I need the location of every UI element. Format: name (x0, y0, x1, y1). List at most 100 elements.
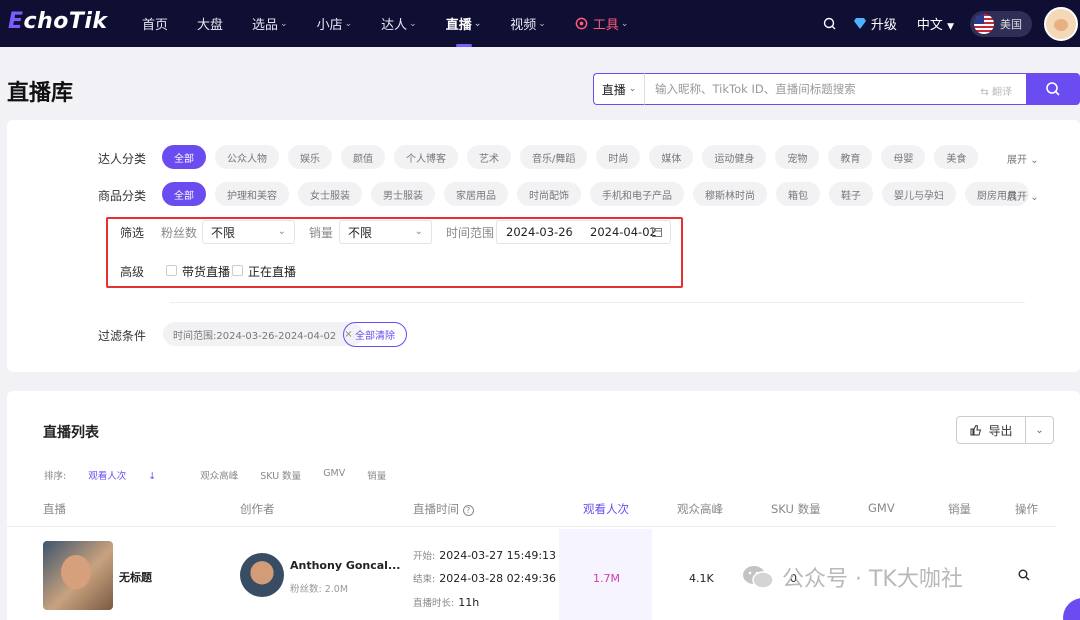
chevron-down-icon: ⌄ (277, 226, 286, 237)
nav-item-home[interactable]: 首页 (130, 0, 180, 47)
sort-option-gmv[interactable]: GMV (323, 468, 345, 482)
nav-item-tools[interactable]: 工具 ⌄ (563, 0, 641, 47)
clear-all-button[interactable]: 全部清除 (343, 322, 407, 347)
live-end-time: 结束: 2024-03-28 02:49:36 (413, 572, 557, 585)
sort-option-sales[interactable]: 销量 (367, 468, 386, 482)
col-sku[interactable]: SKU 数量 (771, 501, 821, 517)
creator-chip[interactable]: 颜值 (341, 145, 385, 169)
wechat-icon (743, 566, 774, 589)
goods-live-checkbox[interactable] (166, 265, 177, 276)
search-icon[interactable] (820, 14, 840, 34)
col-views[interactable]: 观看人次 (583, 501, 629, 517)
col-sales[interactable]: 销量 (948, 501, 971, 517)
product-chip[interactable]: 箱包 (776, 182, 820, 206)
export-button[interactable]: 导出 (956, 416, 1026, 444)
list-title: 直播列表 (43, 425, 99, 441)
chevron-down-icon: ⌄ (1035, 424, 1044, 436)
help-icon[interactable]: ? (462, 505, 474, 516)
live-title[interactable]: 无标题 (119, 569, 152, 585)
sales-label: 销量 (309, 226, 334, 240)
col-gmv[interactable]: GMV (868, 501, 895, 515)
export-icon (970, 424, 982, 436)
product-chip[interactable]: 家居用品 (444, 182, 508, 206)
translate-button[interactable]: ⇆ 翻译 (980, 83, 1012, 98)
creator-chip[interactable]: 运动健身 (702, 145, 767, 169)
creator-chip[interactable]: 娱乐 (288, 145, 332, 169)
diamond-icon (853, 18, 866, 29)
echotik-logo[interactable]: EchoTik (8, 9, 108, 34)
search-type-select[interactable]: 直播 ⌄ (593, 73, 645, 105)
expand-product-button[interactable]: 展开 ⌄ (1007, 188, 1039, 203)
product-chip[interactable]: 全部 (162, 182, 206, 206)
product-chip[interactable]: 护理和美容 (215, 182, 289, 206)
creator-name[interactable]: Anthony Goncal... (290, 559, 401, 572)
nav-item-market[interactable]: 大盘 (185, 0, 235, 47)
creator-chip[interactable]: 时尚 (596, 145, 641, 169)
nav-item-creators[interactable]: 达人 ⌄ (369, 0, 429, 47)
live-start-time: 开始: 2024-03-27 15:49:13 (413, 549, 557, 562)
product-chip[interactable]: 时尚配饰 (517, 182, 581, 206)
watermark: 公众号 · TK大咖社 (742, 561, 963, 593)
product-chip[interactable]: 男士服装 (371, 182, 435, 206)
country-select[interactable]: 美国 (970, 10, 1032, 37)
sort-option-views[interactable]: 观看人次 ↓ (88, 468, 178, 482)
product-chip[interactable]: 女士服装 (298, 182, 362, 206)
nav-item-products[interactable]: 选品 ⌄ (240, 0, 300, 47)
sort-row: 排序: 观看人次 ↓ 观众高峰 SKU 数量 GMV 销量 (44, 468, 408, 482)
creator-chip[interactable]: 艺术 (467, 145, 511, 169)
creator-chip[interactable]: 教育 (828, 145, 873, 169)
now-live-checkbox[interactable] (232, 265, 243, 276)
date-start[interactable]: 2024-03-26 (506, 225, 573, 239)
date-end[interactable]: 2024-04-02 (590, 225, 657, 239)
search-input[interactable]: 输入昵称、TikTok ID、直播间标题搜索 ⇆ 翻译 (645, 73, 1026, 105)
chevron-down-icon: ⌄ (280, 18, 288, 29)
product-chip[interactable]: 手机和电子产品 (590, 182, 684, 206)
goods-live-label[interactable]: 带货直播 (182, 263, 230, 280)
chevron-down-icon: ⌄ (538, 18, 546, 29)
date-range-picker[interactable]: 2024-03-26 - 2024-04-02 (496, 220, 671, 244)
peak-value: 4.1K (689, 572, 714, 585)
product-chip[interactable]: 鞋子 (829, 182, 873, 206)
creator-chip[interactable]: 个人博客 (394, 145, 458, 169)
col-actions: 操作 (1015, 502, 1038, 516)
col-creator: 创作者 (240, 502, 275, 516)
sort-label: 排序: (44, 471, 67, 482)
creator-chip[interactable]: 音乐/舞蹈 (520, 145, 588, 169)
sort-option-peak[interactable]: 观众高峰 (200, 468, 238, 482)
col-live-time: 直播时间 ? (413, 501, 474, 517)
creator-chip[interactable]: 媒体 (649, 145, 694, 169)
calendar-icon (652, 228, 662, 237)
search-button[interactable] (1026, 73, 1080, 105)
creator-chip[interactable]: 全部 (162, 145, 206, 169)
chevron-down-icon: ⌄ (473, 18, 482, 29)
product-chip[interactable]: 穆斯林时尚 (693, 182, 767, 206)
arrow-down-icon: ↓ (148, 471, 157, 482)
table-header: 直播 创作者 直播时间 ? 观看人次 观众高峰 SKU 数量 GMV 销量 操作 (7, 489, 1056, 527)
creator-chip[interactable]: 母婴 (881, 145, 926, 169)
sort-option-sku[interactable]: SKU 数量 (260, 468, 301, 482)
search-icon[interactable] (1018, 569, 1030, 581)
screen-label: 筛选 (120, 226, 145, 240)
now-live-label[interactable]: 正在直播 (248, 263, 296, 280)
nav-item-videos[interactable]: 视频 ⌄ (498, 0, 558, 47)
creator-chip[interactable]: 宠物 (775, 145, 820, 169)
live-duration: 直播时长: 11h (413, 596, 480, 609)
creator-avatar[interactable] (240, 553, 284, 597)
creator-chip[interactable]: 美食 (934, 145, 979, 169)
sales-select[interactable]: 不限 ⌄ (339, 220, 432, 244)
fans-select[interactable]: 不限 ⌄ (202, 220, 295, 244)
top-nav: EchoTik 首页 大盘 选品 ⌄ 小店 ⌄ 达人 ⌄ 直播 ⌄ 视频 ⌄ 工具 ⌄ 升级… (0, 0, 1080, 47)
upgrade-button[interactable]: 升级 (853, 14, 897, 33)
expand-creator-button[interactable]: 展开 ⌄ (1007, 151, 1039, 166)
translate-icon: ⇆ (980, 87, 989, 98)
nav-links: 首页 大盘 选品 ⌄ 小店 ⌄ 达人 ⌄ 直播 ⌄ 视频 ⌄ 工具 ⌄ (130, 0, 645, 47)
language-select[interactable]: 中文 ▼ (917, 14, 954, 33)
nav-item-live[interactable]: 直播 ⌄ (434, 0, 494, 47)
user-avatar[interactable] (1044, 6, 1078, 41)
live-thumbnail[interactable] (43, 541, 113, 610)
export-dropdown-button[interactable]: ⌄ (1026, 416, 1054, 444)
nav-item-shops[interactable]: 小店 ⌄ (305, 0, 365, 47)
col-peak[interactable]: 观众高峰 (677, 501, 723, 517)
creator-chip[interactable]: 公众人物 (215, 145, 279, 169)
product-chip[interactable]: 婴儿与孕妇 (882, 182, 956, 206)
